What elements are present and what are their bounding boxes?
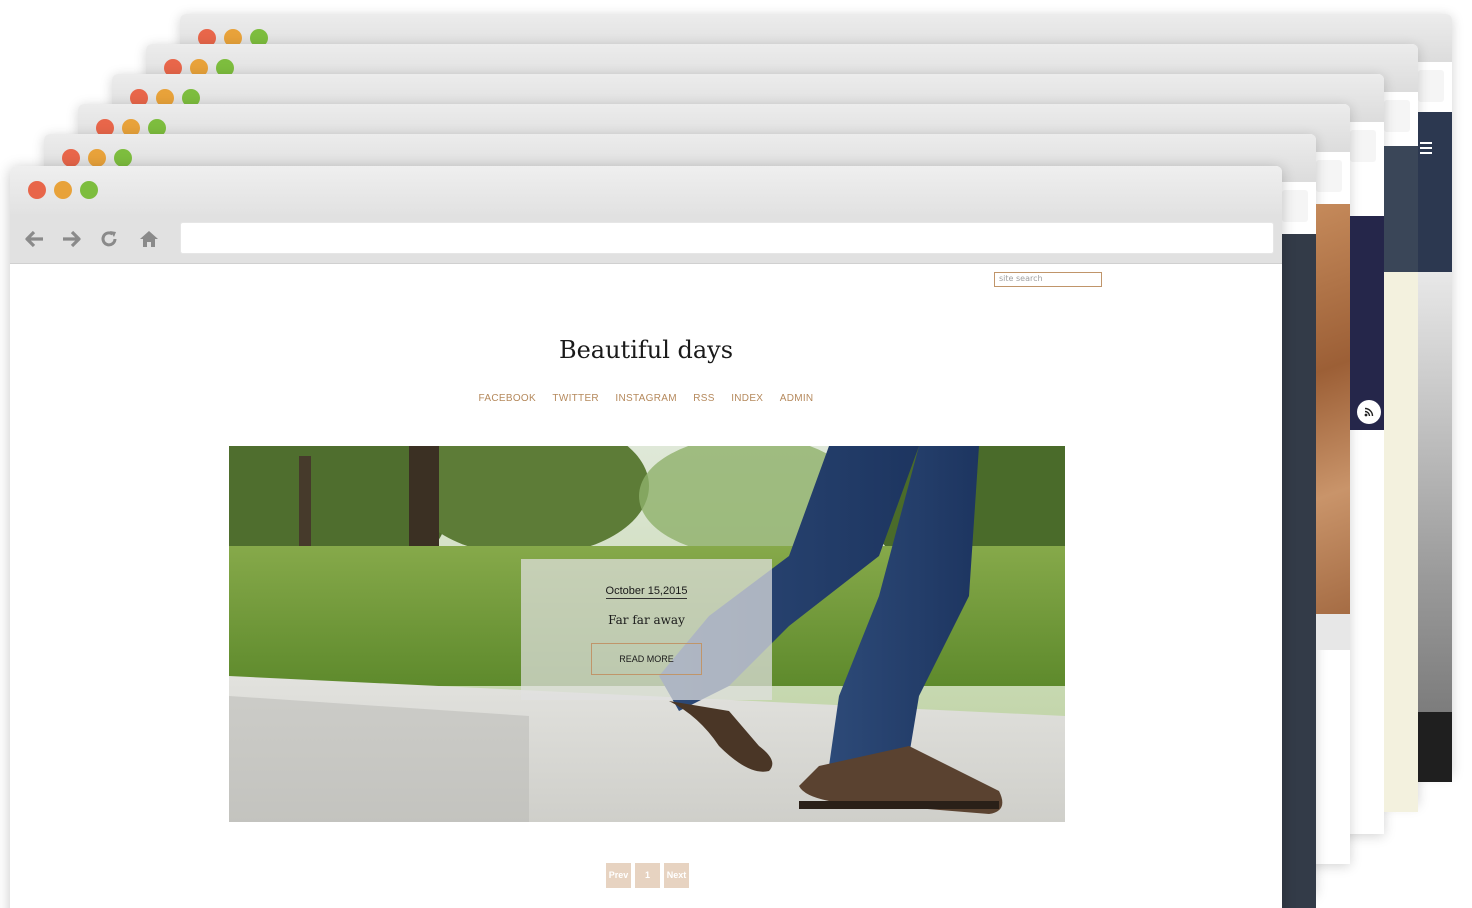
address-bar[interactable] bbox=[180, 222, 1274, 254]
reload-icon[interactable] bbox=[96, 226, 122, 252]
menu-item-admin[interactable]: ADMIN bbox=[780, 393, 814, 404]
post-date[interactable]: October 15,2015 bbox=[605, 585, 688, 599]
site-search-input[interactable]: site search bbox=[994, 272, 1102, 287]
stacked-browser-windows: site search Beautiful days FACEBOOK TWIT… bbox=[0, 0, 1472, 908]
page-content: site search Beautiful days FACEBOOK TWIT… bbox=[10, 264, 1282, 908]
slate-header-strip bbox=[1384, 146, 1418, 272]
charcoal-page-strip bbox=[1282, 234, 1316, 908]
post-preview-card: October 15,2015 Far far away READ MORE bbox=[521, 559, 772, 700]
address-bar-edge[interactable] bbox=[1350, 130, 1376, 162]
close-dot[interactable] bbox=[28, 181, 46, 199]
post-title[interactable]: Far far away bbox=[521, 613, 772, 627]
read-more-button[interactable]: READ MORE bbox=[591, 643, 702, 675]
next-page-button[interactable]: Next bbox=[664, 863, 689, 888]
main-menu: FACEBOOK TWITTER INSTAGRAM RSS INDEX ADM… bbox=[10, 388, 1282, 406]
address-bar-edge[interactable] bbox=[1316, 160, 1342, 192]
menu-item-twitter[interactable]: TWITTER bbox=[552, 393, 599, 404]
window-titlebar bbox=[10, 166, 1282, 214]
navy-panel-strip bbox=[1350, 216, 1384, 430]
clay-photo-strip bbox=[1316, 204, 1350, 614]
browser-toolbar bbox=[10, 214, 1282, 264]
clay-footer-strip bbox=[1316, 614, 1350, 650]
address-bar-edge[interactable] bbox=[1282, 190, 1308, 222]
featured-post-image[interactable]: October 15,2015 Far far away READ MORE bbox=[229, 446, 1065, 822]
forward-arrow-icon[interactable] bbox=[58, 226, 84, 252]
minimize-dot[interactable] bbox=[88, 149, 106, 167]
menu-item-facebook[interactable]: FACEBOOK bbox=[479, 393, 536, 404]
hamburger-menu-icon[interactable] bbox=[1420, 142, 1432, 154]
cream-page-strip bbox=[1384, 272, 1418, 812]
maximize-dot[interactable] bbox=[80, 181, 98, 199]
gray-photo-strip bbox=[1418, 272, 1452, 782]
close-dot[interactable] bbox=[62, 149, 80, 167]
maximize-dot[interactable] bbox=[114, 149, 132, 167]
address-bar-edge[interactable] bbox=[1384, 100, 1410, 132]
pagination: Prev 1 Next bbox=[606, 863, 689, 888]
home-icon[interactable] bbox=[136, 226, 162, 252]
address-bar-edge[interactable] bbox=[1418, 70, 1444, 102]
back-arrow-icon[interactable] bbox=[22, 226, 48, 252]
menu-item-index[interactable]: INDEX bbox=[731, 393, 763, 404]
dark-header-strip bbox=[1418, 112, 1452, 272]
browser-window-front: site search Beautiful days FACEBOOK TWIT… bbox=[10, 166, 1282, 908]
site-title: Beautiful days bbox=[558, 336, 734, 364]
minimize-dot[interactable] bbox=[54, 181, 72, 199]
rss-icon[interactable] bbox=[1357, 400, 1381, 424]
prev-page-button[interactable]: Prev bbox=[606, 863, 631, 888]
menu-item-instagram[interactable]: INSTAGRAM bbox=[615, 393, 676, 404]
page-1-button[interactable]: 1 bbox=[635, 863, 660, 888]
menu-item-rss[interactable]: RSS bbox=[693, 393, 714, 404]
